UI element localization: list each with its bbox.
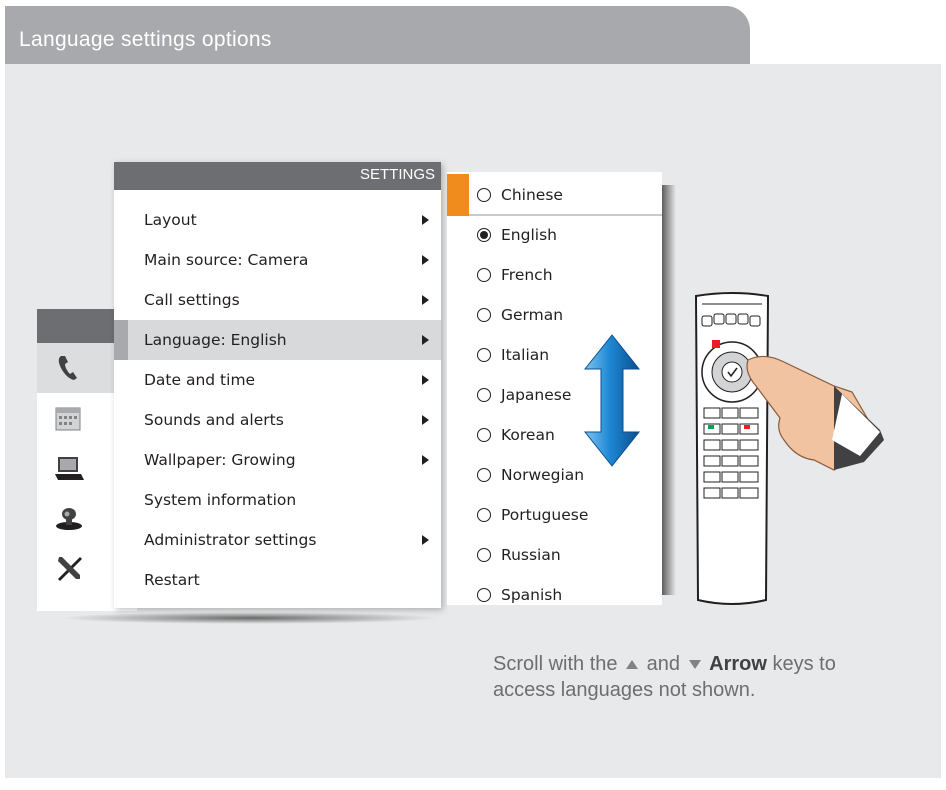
radio-button[interactable] — [477, 268, 491, 282]
menu-item-label: System information — [144, 491, 297, 509]
radio-button[interactable] — [477, 348, 491, 362]
menu-item-label: Restart — [144, 571, 200, 589]
arrow-up-icon — [626, 660, 639, 670]
language-label: Japanese — [501, 386, 572, 404]
submenu-arrow-icon — [422, 335, 429, 345]
radio-button[interactable] — [477, 468, 491, 482]
radio-button[interactable] — [477, 548, 491, 562]
menu-item-administrator-settings[interactable]: Administrator settings — [114, 520, 441, 560]
language-label: Italian — [501, 346, 550, 364]
submenu-arrow-icon — [422, 255, 429, 265]
language-option-portuguese[interactable]: Portuguese — [447, 494, 662, 534]
camera-icon — [56, 508, 82, 530]
menu-item-label: Date and time — [144, 371, 256, 389]
menu-item-wallpaper[interactable]: Wallpaper: Growing — [114, 440, 441, 480]
caption-bold: Arrow — [709, 653, 767, 675]
language-list-shadow — [662, 185, 676, 595]
arrow-down-icon — [688, 660, 701, 670]
settings-menu-header: SETTINGS — [114, 162, 441, 190]
language-option-german[interactable]: German — [447, 294, 662, 334]
scroll-up-down-arrow-icon — [583, 334, 641, 467]
radio-button[interactable] — [477, 428, 491, 442]
language-option-english[interactable]: English — [447, 214, 662, 254]
submenu-arrow-icon — [422, 215, 429, 225]
language-option-chinese[interactable]: Chinese — [447, 174, 662, 216]
menu-item-label: Call settings — [144, 291, 240, 309]
menu-item-language[interactable]: Language: English — [114, 320, 441, 360]
radio-button[interactable] — [477, 508, 491, 522]
focus-indicator — [447, 174, 469, 216]
menu-item-call-settings[interactable]: Call settings — [114, 280, 441, 320]
menu-item-restart[interactable]: Restart — [114, 560, 441, 600]
language-option-french[interactable]: French — [447, 254, 662, 294]
language-label: Korean — [501, 426, 555, 444]
radio-button-selected[interactable] — [477, 228, 491, 242]
remote-control-icon — [694, 292, 770, 605]
selection-bar — [114, 320, 128, 360]
language-label: Russian — [501, 546, 561, 564]
tools-icon — [58, 557, 82, 581]
menu-item-label: Administrator settings — [144, 531, 317, 549]
menu-item-main-source[interactable]: Main source: Camera — [114, 240, 441, 280]
calendar-icon — [55, 407, 81, 431]
menu-item-label: Sounds and alerts — [144, 411, 284, 429]
submenu-arrow-icon — [422, 415, 429, 425]
submenu-arrow-icon — [422, 455, 429, 465]
radio-button[interactable] — [477, 308, 491, 322]
menu-item-date-time[interactable]: Date and time — [114, 360, 441, 400]
language-label: Portuguese — [501, 506, 589, 524]
menu-item-label: Language: English — [144, 331, 287, 349]
settings-menu-title: SETTINGS — [359, 166, 435, 183]
submenu-arrow-icon — [422, 295, 429, 305]
radio-button[interactable] — [477, 588, 491, 602]
radio-button[interactable] — [477, 188, 491, 202]
menu-item-sounds-alerts[interactable]: Sounds and alerts — [114, 400, 441, 440]
phone-icon — [58, 356, 77, 380]
page-title: Language settings options — [19, 28, 272, 51]
settings-menu: SETTINGS Layout Main source: Camera Call… — [114, 162, 441, 608]
language-label: Norwegian — [501, 466, 585, 484]
remote-control-illustration — [694, 292, 884, 605]
menu-item-label: Layout — [144, 211, 197, 229]
menu-item-label: Main source: Camera — [144, 251, 309, 269]
caption-middle: and — [646, 653, 680, 675]
menu-item-label: Wallpaper: Growing — [144, 451, 296, 469]
menu-item-layout[interactable]: Layout — [114, 200, 441, 240]
submenu-arrow-icon — [422, 535, 429, 545]
page-title-tab: Language settings options — [5, 6, 750, 64]
language-label: Chinese — [501, 186, 563, 204]
caption-prefix: Scroll with the — [493, 653, 618, 675]
menu-item-system-information[interactable]: System information — [114, 480, 441, 520]
language-option-spanish[interactable]: Spanish — [447, 574, 662, 614]
language-label: German — [501, 306, 564, 324]
language-option-russian[interactable]: Russian — [447, 534, 662, 574]
radio-button[interactable] — [477, 388, 491, 402]
menu-shadow — [60, 612, 440, 624]
instruction-caption: Scroll with the and Arrow keys to access… — [493, 651, 853, 703]
submenu-arrow-icon — [422, 375, 429, 385]
language-label: French — [501, 266, 553, 284]
laptop-icon — [55, 457, 84, 480]
language-label: Spanish — [501, 586, 563, 604]
language-label: English — [501, 226, 557, 244]
